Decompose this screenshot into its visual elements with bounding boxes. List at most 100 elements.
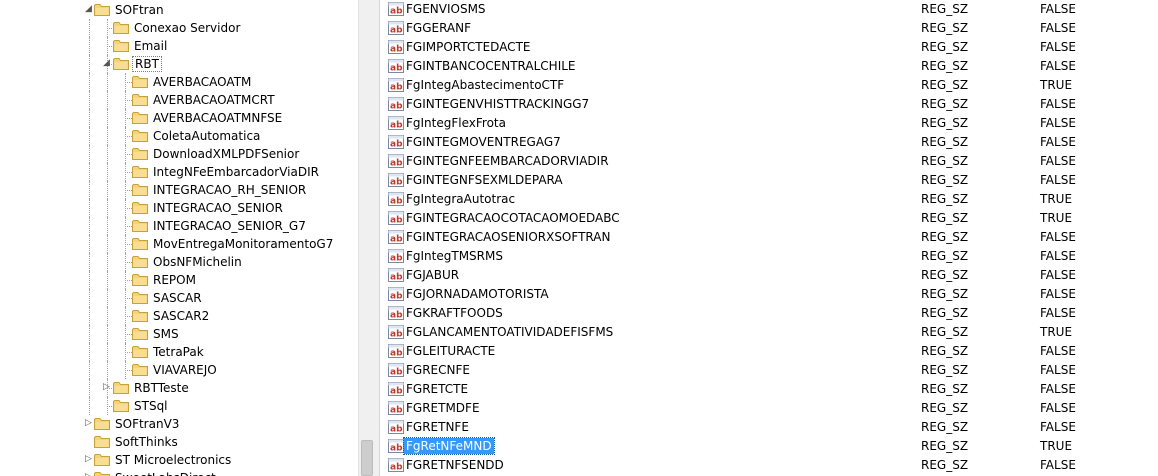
tree-node-label[interactable]: ObsNFMichelin [151, 254, 244, 270]
value-name[interactable]: FgIntegFlexFrota [404, 115, 508, 131]
value-name[interactable]: FGINTEGNFSEXMLDEPARA [404, 172, 565, 188]
value-row[interactable]: ab FgIntegFlexFrota REG_SZ FALSE [380, 114, 1158, 133]
value-row[interactable]: ab FGINTBANCOCENTRALCHILE REG_SZ FALSE [380, 57, 1158, 76]
tree-node[interactable]: AVERBACAOATM [0, 73, 358, 91]
value-name[interactable]: FgIntegraAutotrac [404, 191, 517, 207]
tree-node-label[interactable]: MovEntregaMonitoramentoG7 [151, 236, 335, 252]
value-name[interactable]: FgIntegTMSRMS [404, 248, 505, 264]
value-row[interactable]: ab FGIMPORTCTEDACTE REG_SZ FALSE [380, 38, 1158, 57]
value-name[interactable]: FGRETNFE [404, 419, 471, 435]
tree-node[interactable]: MovEntregaMonitoramentoG7 [0, 235, 358, 253]
tree-node[interactable]: SMS [0, 325, 358, 343]
value-row[interactable]: ab FGLEITURACTE REG_SZ FALSE [380, 342, 1158, 361]
tree-node[interactable]: VIAVAREJO [0, 361, 358, 379]
tree-node-label[interactable]: Email [132, 38, 169, 54]
tree-node-label[interactable]: RBT [132, 56, 162, 72]
value-name[interactable]: FGGERANF [404, 20, 473, 36]
tree-node-label[interactable]: ColetaAutomatica [151, 128, 262, 144]
tree-node[interactable]: INTEGRACAO_SENIOR_G7 [0, 217, 358, 235]
tree-node[interactable]: STSql [0, 397, 358, 415]
tree-node[interactable]: INTEGRACAO_RH_SENIOR [0, 181, 358, 199]
value-row[interactable]: ab FgIntegTMSRMS REG_SZ FALSE [380, 247, 1158, 266]
value-name[interactable]: FgRetNFeMND [403, 437, 495, 455]
value-name[interactable]: FGRETNFSENDD [404, 457, 506, 473]
value-row[interactable]: ab FgIntegraAutotrac REG_SZ TRUE [380, 190, 1158, 209]
tree-node[interactable]: ObsNFMichelin [0, 253, 358, 271]
value-name[interactable]: FGLEITURACTE [404, 343, 497, 359]
tree-node[interactable]: ▷ ST Microelectronics [0, 451, 358, 469]
tree-node-label[interactable]: SMS [151, 326, 181, 342]
value-row[interactable]: ab FGRETMDFE REG_SZ FALSE [380, 399, 1158, 418]
tree-node[interactable]: ▷SweetLabsDirect [0, 469, 358, 476]
tree-node[interactable]: DownloadXMLPDFSenior [0, 145, 358, 163]
expanded-arrow-icon[interactable]: ◢ [102, 59, 111, 68]
tree-node-label[interactable]: TetraPak [151, 344, 206, 360]
tree-node-label[interactable]: Conexao Servidor [132, 20, 242, 36]
collapsed-arrow-icon[interactable]: ▷ [102, 383, 111, 392]
tree-node[interactable]: AVERBACAOATMCRT [0, 91, 358, 109]
value-row[interactable]: ab FGJORNADAMOTORISTA REG_SZ FALSE [380, 285, 1158, 304]
tree-node-label[interactable]: ST Microelectronics [113, 452, 233, 468]
value-row[interactable]: ab FGINTEGMOVENTREGAG7 REG_SZ FALSE [380, 133, 1158, 152]
value-name[interactable]: FGINTEGENVHISTTRACKINGG7 [404, 96, 591, 112]
expanded-arrow-icon[interactable]: ◢ [84, 5, 93, 14]
value-row[interactable]: ab FgIntegAbastecimentoCTF REG_SZ TRUE [380, 76, 1158, 95]
value-name[interactable]: FGINTEGNFEEMBARCADORVIADIR [404, 153, 611, 169]
value-row[interactable]: ab FGINTEGNFSEXMLDEPARA REG_SZ FALSE [380, 171, 1158, 190]
tree-node-label[interactable]: AVERBACAOATMCRT [151, 92, 277, 108]
value-row[interactable]: ab FGRETNFE REG_SZ FALSE [380, 418, 1158, 437]
tree-node-label[interactable]: STSql [132, 398, 170, 414]
value-name[interactable]: FGJORNADAMOTORISTA [404, 286, 551, 302]
value-row[interactable]: ab FGENVIOSMS REG_SZ FALSE [380, 0, 1158, 19]
tree-node[interactable]: ▷ RBTTeste [0, 379, 358, 397]
tree-node[interactable]: SoftThinks [0, 433, 358, 451]
tree-node[interactable]: SASCAR2 [0, 307, 358, 325]
value-name[interactable]: FGINTEGRACAOSENIORXSOFTRAN [404, 229, 612, 245]
tree-node-label[interactable]: INTEGRACAO_SENIOR_G7 [151, 218, 308, 234]
registry-values-list[interactable]: ab FGENVIOSMS REG_SZ FALSE ab FGGERANF REG_SZ F… [379, 0, 1158, 476]
value-row[interactable]: ab FGRETCTE REG_SZ FALSE [380, 380, 1158, 399]
collapsed-arrow-icon[interactable]: ▷ [84, 455, 93, 464]
tree-node[interactable]: TetraPak [0, 343, 358, 361]
value-name[interactable]: FGIMPORTCTEDACTE [404, 39, 532, 55]
value-name[interactable]: FGRETMDFE [404, 400, 482, 416]
value-row[interactable]: ab FGINTEGENVHISTTRACKINGG7 REG_SZ FALSE [380, 95, 1158, 114]
value-name[interactable]: FGRETCTE [404, 381, 470, 397]
value-row[interactable]: ab FGGERANF REG_SZ FALSE [380, 19, 1158, 38]
tree-node-label[interactable]: SASCAR [151, 290, 204, 306]
value-name[interactable]: FGKRAFTFOODS [404, 305, 505, 321]
value-name[interactable]: FgIntegAbastecimentoCTF [404, 77, 566, 93]
value-row[interactable]: ab FGRETNFSENDD REG_SZ FALSE [380, 456, 1158, 475]
value-row[interactable]: ab FgRetNFeMND REG_SZ TRUE [380, 437, 1158, 456]
value-row[interactable]: ab FGINTEGNFEEMBARCADORVIADIR REG_SZ FALSE [380, 152, 1158, 171]
tree-node-label[interactable]: REPOM [151, 272, 198, 288]
tree-node-label[interactable]: SOFtranV3 [113, 416, 181, 432]
tree-node-label[interactable]: SOFtran [113, 2, 166, 18]
tree-node-label[interactable]: IntegNFeEmbarcadorViaDIR [151, 164, 321, 180]
tree-node[interactable]: Email [0, 37, 358, 55]
tree-node[interactable]: ◢ RBT [0, 55, 358, 73]
value-row[interactable]: ab FGKRAFTFOODS REG_SZ FALSE [380, 304, 1158, 323]
tree-node[interactable]: SASCAR [0, 289, 358, 307]
tree-node-label[interactable]: RBTTeste [132, 380, 191, 396]
tree-node[interactable]: Conexao Servidor [0, 19, 358, 37]
value-name[interactable]: FGINTEGRACAOCOTACAOMOEDABC [404, 210, 622, 226]
tree-node[interactable]: IntegNFeEmbarcadorViaDIR [0, 163, 358, 181]
tree-node-label[interactable]: SoftThinks [113, 434, 180, 450]
scrollbar-thumb[interactable] [361, 440, 373, 476]
value-name[interactable]: FGJABUR [404, 267, 461, 283]
tree-node[interactable]: INTEGRACAO_SENIOR [0, 199, 358, 217]
tree-node[interactable]: AVERBACAOATMNFSE [0, 109, 358, 127]
value-name[interactable]: FGRECNFE [404, 362, 472, 378]
value-row[interactable]: ab FGRECNFE REG_SZ FALSE [380, 361, 1158, 380]
tree-node-label[interactable]: AVERBACAOATM [151, 74, 253, 90]
tree-node-label[interactable]: SweetLabsDirect [113, 470, 218, 476]
value-name[interactable]: FGINTEGMOVENTREGAG7 [404, 134, 563, 150]
value-row[interactable]: ab FGLANCAMENTOATIVIDADEFISFMS REG_SZ TRUE [380, 323, 1158, 342]
tree-node[interactable]: ◢ SOFtran [0, 1, 358, 19]
value-row[interactable]: ab FGINTEGRACAOSENIORXSOFTRAN REG_SZ FALSE [380, 228, 1158, 247]
tree-node-label[interactable]: VIAVAREJO [151, 362, 219, 378]
tree-node-label[interactable]: INTEGRACAO_RH_SENIOR [151, 182, 308, 198]
tree-node[interactable]: REPOM [0, 271, 358, 289]
tree-node-label[interactable]: SASCAR2 [151, 308, 211, 324]
